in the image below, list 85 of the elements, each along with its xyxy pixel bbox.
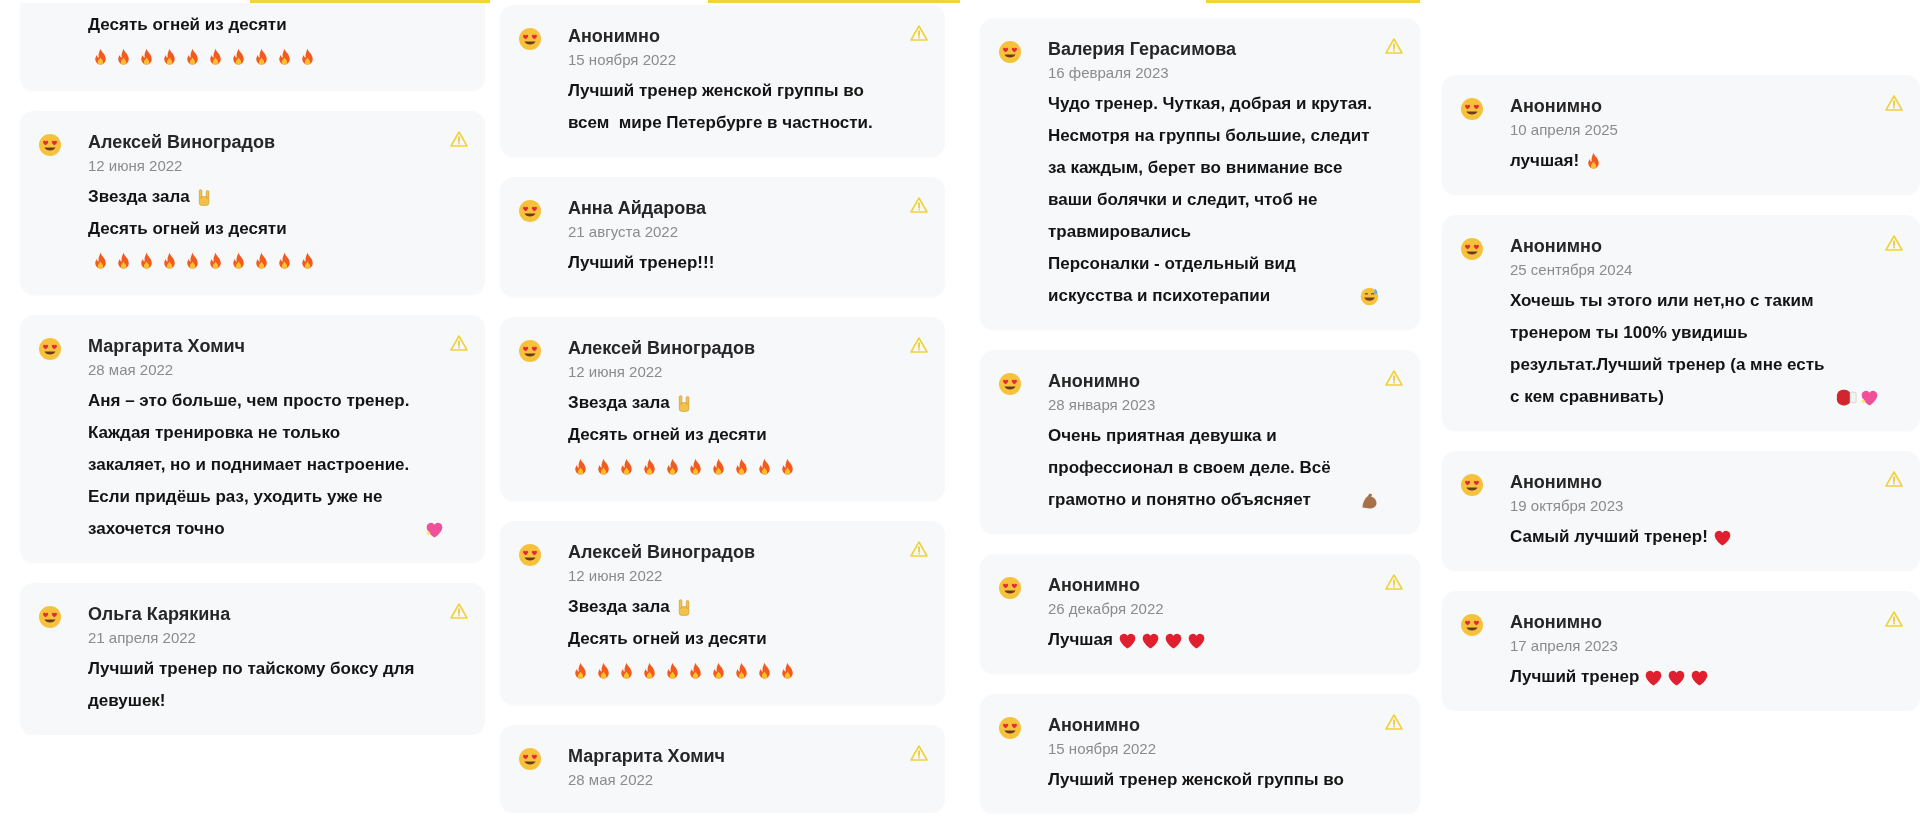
warning-icon[interactable] (1384, 572, 1404, 592)
author-name: Валерия Герасимова (1048, 38, 1237, 61)
review-date: 15 ноября 2022 (568, 50, 677, 70)
heart-eyes-emoji-icon (38, 337, 62, 361)
review-text: Звезда зала (568, 596, 670, 618)
warning-icon[interactable] (1384, 36, 1404, 56)
author-name: Маргарита Хомич (568, 745, 725, 768)
author-name: Анонимно (1510, 611, 1602, 634)
review-text: Аня – это больше, чем просто тренер. Каждая тренировка не только закаляет, но и поднимает настроение. Если придёшь раз, уходить уже не захочется точно (88, 390, 411, 540)
warning-icon[interactable] (449, 129, 469, 149)
warning-icon[interactable] (1884, 609, 1904, 629)
heart-eyes-emoji-icon (38, 605, 62, 629)
warning-icon[interactable] (449, 333, 469, 353)
review-date: 12 июня 2022 (568, 362, 663, 382)
review-text: Лучший тренер по тайскому боксу для девушек! (88, 658, 416, 712)
review-date: 12 июня 2022 (568, 566, 663, 586)
warning-icon[interactable] (909, 743, 929, 763)
author-name: Анонимно (1048, 714, 1140, 737)
review-date: 28 января 2023 (1048, 395, 1156, 415)
review-text: лучшая! (1510, 150, 1580, 172)
review-text: Лучшая (1048, 629, 1113, 651)
review-text: Звезда зала (88, 186, 190, 208)
review-text: Звезда зала (568, 392, 670, 414)
review-text: Лучший тренер женской группы во всем мире Петербурге в частности. (568, 80, 874, 134)
review-text: Десять огней из десяти (568, 628, 767, 650)
author-name: Анонимно (1510, 471, 1602, 494)
heart-eyes-emoji-icon (518, 747, 542, 771)
author-name: Алексей Виноградов (88, 131, 275, 154)
warning-icon[interactable] (909, 539, 929, 559)
heart-eyes-emoji-icon (518, 27, 542, 51)
warning-icon[interactable] (1884, 233, 1904, 253)
review-text: Десять огней из десяти (88, 218, 287, 240)
review-date: 17 апреля 2023 (1510, 636, 1618, 656)
heart-eyes-emoji-icon (1460, 237, 1484, 261)
warning-icon[interactable] (1884, 93, 1904, 113)
sweat-smile-emoji-icon (1359, 285, 1380, 307)
review-date: 25 сентября 2024 (1510, 260, 1633, 280)
heart-eyes-emoji-icon (518, 339, 542, 363)
review-text: Лучший тренер (1510, 666, 1640, 688)
author-name: Анонимно (1048, 370, 1140, 393)
review-date: 28 мая 2022 (568, 770, 654, 790)
warning-icon[interactable] (1384, 712, 1404, 732)
review-date: 12 июня 2022 (88, 156, 183, 176)
author-name: Алексей Виноградов (568, 541, 755, 564)
warning-icon[interactable] (909, 195, 929, 215)
review-date: 16 февраля 2023 (1048, 63, 1169, 83)
review-text: Десять огней из десяти (568, 424, 767, 446)
heart-eyes-emoji-icon (518, 543, 542, 567)
warning-icon[interactable] (909, 335, 929, 355)
heart-eyes-emoji-icon (1460, 473, 1484, 497)
author-name: Анонимно (568, 25, 660, 48)
heart-eyes-emoji-icon (1460, 97, 1484, 121)
review-text: Чудо тренер. Чуткая, добрая и крутая. Несмотря на группы большие, следит за каждым, берет во внимание все ваши болячки и следит, чтоб не травмировались (1048, 93, 1373, 243)
author-name: Алексей Виноградов (568, 337, 755, 360)
review-date: 26 декабря 2022 (1048, 599, 1164, 619)
review-date: 21 августа 2022 (568, 222, 679, 242)
heart-eyes-emoji-icon (998, 372, 1022, 396)
heart-eyes-emoji-icon (38, 133, 62, 157)
review-date: 21 апреля 2022 (88, 628, 196, 648)
warning-icon[interactable] (449, 601, 469, 621)
review-text: Хочешь ты этого или нет,но с таким тренером ты 100% увидишь результат.Лучший тренер (а мне есть с кем сравнивать) (1510, 290, 1826, 408)
author-name: Анонимно (1048, 574, 1140, 597)
review-text: Самый лучший тренер! (1510, 526, 1708, 548)
review-text: Лучший тренер женской группы во (1048, 769, 1344, 791)
heart-eyes-emoji-icon (518, 199, 542, 223)
heart-eyes-emoji-icon (998, 576, 1022, 600)
author-name: Ольга Карякина (88, 603, 231, 626)
review-text: Десять огней из десяти (88, 14, 287, 36)
warning-icon[interactable] (909, 23, 929, 43)
heart-eyes-emoji-icon (1460, 613, 1484, 637)
author-name: Маргарита Хомич (88, 335, 245, 358)
heart-eyes-emoji-icon (998, 40, 1022, 64)
review-text: Персоналки - отдельный вид искусства и психотерапии (1048, 253, 1297, 307)
review-date: 28 мая 2022 (88, 360, 174, 380)
review-date: 19 октября 2023 (1510, 496, 1624, 516)
review-date: 15 ноября 2022 (1048, 739, 1157, 759)
author-name: Анонимно (1510, 95, 1602, 118)
review-date: 10 апреля 2025 (1510, 120, 1618, 140)
review-text: Очень приятная девушка и профессионал в своем деле. Всё грамотно и понятно объясняет (1048, 425, 1332, 511)
warning-icon[interactable] (1384, 368, 1404, 388)
heart-eyes-emoji-icon (998, 716, 1022, 740)
warning-icon[interactable] (1884, 469, 1904, 489)
review-text: Лучший тренер!!! (568, 252, 715, 274)
author-name: Анна Айдарова (568, 197, 707, 220)
author-name: Анонимно (1510, 235, 1602, 258)
